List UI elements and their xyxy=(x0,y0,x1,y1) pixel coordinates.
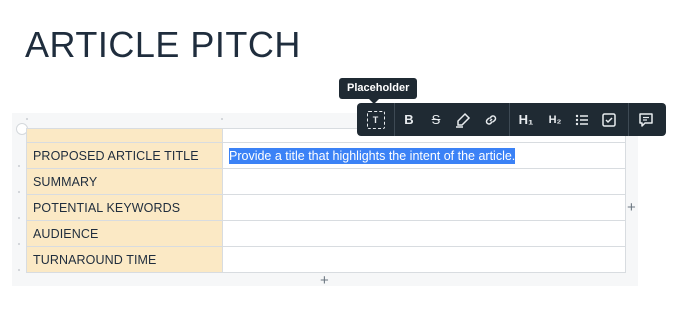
placeholder-icon: T xyxy=(366,110,385,129)
highlight-icon xyxy=(456,112,471,128)
article-pitch-table: PROPOSED ARTICLE TITLE Provide a title t… xyxy=(26,128,626,273)
row-label[interactable]: SUMMARY xyxy=(26,168,223,195)
table-row: SUMMARY xyxy=(26,168,626,195)
row-value[interactable] xyxy=(222,194,626,221)
row-value[interactable] xyxy=(222,220,626,247)
heading2-button[interactable]: H₂ xyxy=(542,103,568,136)
add-row-button[interactable]: + xyxy=(320,273,329,288)
column-grip[interactable] xyxy=(221,118,223,120)
row-label[interactable]: AUDIENCE xyxy=(26,220,223,247)
highlight-button[interactable] xyxy=(449,103,477,136)
add-column-button[interactable]: + xyxy=(627,200,636,215)
column-grip[interactable] xyxy=(26,118,28,120)
heading1-icon: H₁ xyxy=(518,112,534,127)
heading2-icon: H₂ xyxy=(548,113,562,126)
table-row: AUDIENCE xyxy=(26,220,626,247)
checkbox-button[interactable] xyxy=(596,103,622,136)
row-grip[interactable] xyxy=(18,165,20,167)
link-button[interactable] xyxy=(477,103,505,136)
table-row: PROPOSED ARTICLE TITLE Provide a title t… xyxy=(26,142,626,169)
row-grip[interactable] xyxy=(18,217,20,219)
row-value[interactable]: Provide a title that highlights the inte… xyxy=(222,142,626,169)
row-value[interactable] xyxy=(222,168,626,195)
bullet-list-button[interactable] xyxy=(568,103,596,136)
formatting-toolbar: T B S H₁ H₂ xyxy=(357,103,666,136)
bold-icon: B xyxy=(404,112,414,127)
row-value[interactable] xyxy=(222,246,626,273)
checkbox-icon xyxy=(602,112,616,127)
selected-placeholder-text[interactable]: Provide a title that highlights the inte… xyxy=(229,147,516,164)
table-row: TURNAROUND TIME xyxy=(26,246,626,273)
heading1-button[interactable]: H₁ xyxy=(510,103,542,136)
table-row: POTENTIAL KEYWORDS xyxy=(26,194,626,221)
row-label[interactable]: PROPOSED ARTICLE TITLE xyxy=(26,142,223,169)
row-label[interactable]: TURNAROUND TIME xyxy=(26,246,223,273)
bold-button[interactable]: B xyxy=(395,103,423,136)
comment-button[interactable] xyxy=(629,103,662,136)
bullet-list-icon xyxy=(575,114,588,125)
placeholder-tooltip: Placeholder xyxy=(339,78,418,104)
strikethrough-icon: S xyxy=(431,112,441,127)
strikethrough-button[interactable]: S xyxy=(423,103,449,136)
header-cell[interactable] xyxy=(26,128,223,143)
row-grip[interactable] xyxy=(18,191,20,193)
row-grip[interactable] xyxy=(18,243,20,245)
placeholder-button[interactable]: T xyxy=(357,103,394,136)
link-icon xyxy=(485,114,497,125)
comment-icon xyxy=(638,112,653,127)
row-label[interactable]: POTENTIAL KEYWORDS xyxy=(26,194,223,221)
document-title: ARTICLE PITCH xyxy=(25,24,301,65)
row-grip[interactable] xyxy=(18,269,20,271)
